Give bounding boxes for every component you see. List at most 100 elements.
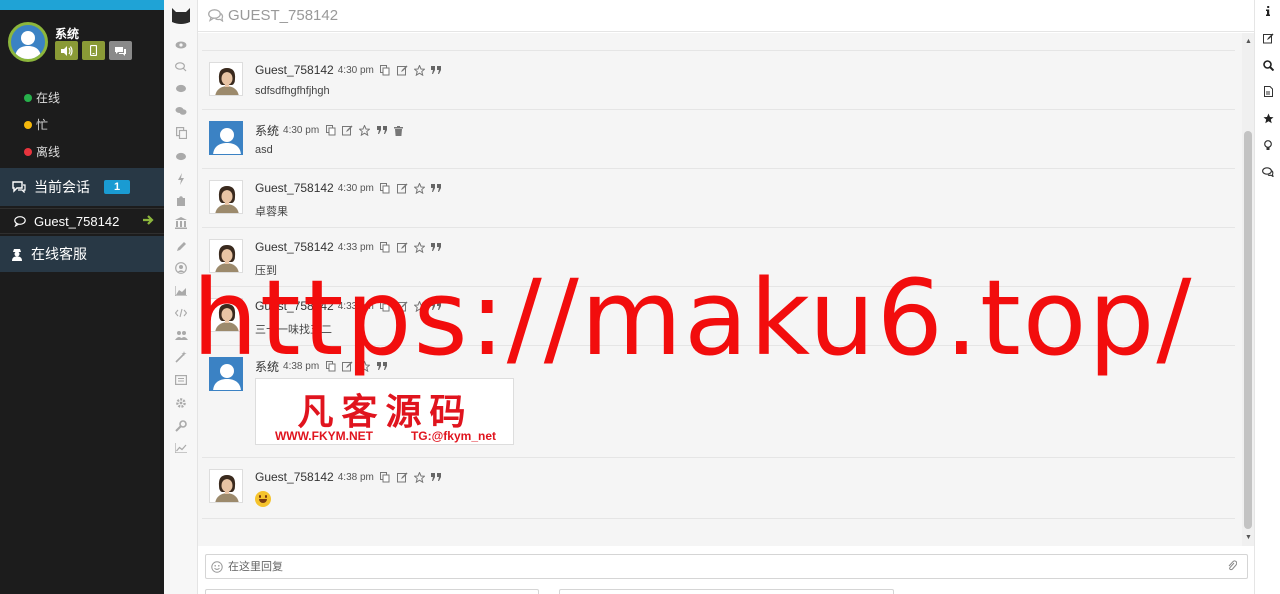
trash-icon[interactable]: [393, 125, 404, 136]
user-silhouette-icon: [213, 128, 241, 154]
comment-icon: [14, 215, 26, 227]
code-icon[interactable]: [174, 306, 188, 320]
scroll-up-icon[interactable]: ▲: [1245, 38, 1252, 45]
comments-icon: [12, 181, 26, 193]
speech-icon[interactable]: [174, 150, 188, 164]
guest-avatar: [209, 469, 243, 503]
comment-icon[interactable]: [174, 82, 188, 96]
edit-icon[interactable]: [1262, 32, 1274, 44]
lightbulb-icon[interactable]: [1262, 139, 1274, 151]
chat-title-text: GUEST_758142: [228, 7, 339, 24]
session-item-guest[interactable]: Guest_758142: [0, 208, 164, 234]
message-actions: [325, 361, 387, 372]
copy-icon[interactable]: [325, 361, 336, 372]
quote-icon[interactable]: [431, 472, 442, 483]
card-site: WWW.FKYM.NET: [274, 429, 373, 443]
status-online[interactable]: 在线: [24, 84, 60, 111]
nav-sessions-label: 当前会话: [34, 179, 90, 195]
copy-icon[interactable]: [380, 300, 391, 312]
wrench-icon[interactable]: [174, 419, 188, 433]
emoji-picker-icon[interactable]: [211, 561, 223, 576]
status-offline[interactable]: 离线: [24, 138, 60, 165]
puzzle-icon[interactable]: [174, 194, 188, 208]
scrollbar-thumb[interactable]: [1244, 131, 1252, 529]
cat-logo-icon[interactable]: [171, 5, 191, 25]
message-time: 4:38 pm: [337, 471, 374, 483]
avatar[interactable]: [8, 22, 48, 62]
left-sidebar: 系统 在线 忙 离线 当前会话 1 Guest_758142 在线客服: [0, 0, 164, 594]
star-icon[interactable]: [413, 64, 425, 76]
copy-icon[interactable]: [325, 125, 336, 136]
search-icon[interactable]: [1262, 59, 1274, 71]
message-item: Guest_758142 4:30 pm sdfsdfhgfhfjhgh: [202, 51, 1235, 110]
message-item: Guest_758142 4:33 pm 三十一味找五二: [202, 287, 1235, 346]
message-scrollbar[interactable]: ▲ ▼: [1242, 33, 1254, 546]
pencil-icon[interactable]: [174, 239, 188, 253]
copy-icon[interactable]: [380, 182, 391, 194]
message-item: 系统 4:30 pm asd: [202, 110, 1235, 169]
edit-icon[interactable]: [396, 472, 408, 483]
copy-icon[interactable]: [174, 126, 188, 140]
session-guest-label: Guest_758142: [34, 213, 120, 229]
paperclip-icon[interactable]: [1227, 560, 1238, 575]
edit-icon[interactable]: [396, 183, 408, 194]
star-icon[interactable]: [413, 300, 425, 312]
comments-icon: [208, 9, 224, 22]
quote-icon[interactable]: [431, 65, 442, 76]
quote-icon[interactable]: [431, 242, 442, 253]
users-icon[interactable]: [174, 328, 188, 342]
user-circle-icon[interactable]: [174, 261, 188, 275]
message-actions: [380, 300, 442, 312]
comments-icon[interactable]: [1262, 166, 1274, 178]
message-item: Guest_758142 4:38 pm: [202, 458, 1235, 519]
star-icon[interactable]: [413, 471, 425, 483]
nav-online-service[interactable]: 在线客服: [0, 236, 164, 272]
copy-icon[interactable]: [380, 471, 391, 483]
info-icon[interactable]: [1262, 5, 1274, 17]
star-icon[interactable]: [413, 182, 425, 194]
reply-input[interactable]: [228, 558, 1208, 576]
eye-icon[interactable]: [174, 38, 188, 52]
edit-icon[interactable]: [396, 301, 408, 312]
edit-icon[interactable]: [396, 242, 408, 253]
file-icon[interactable]: [1262, 85, 1274, 97]
image-attachment[interactable]: 凡客源码 WWW.FKYM.NET TG:@fkym_net: [255, 378, 514, 445]
line-chart-icon[interactable]: [174, 441, 188, 455]
quote-icon[interactable]: [376, 361, 387, 372]
quote-icon[interactable]: [431, 183, 442, 194]
magic-wand-icon[interactable]: [174, 350, 188, 364]
star-icon[interactable]: [359, 125, 371, 136]
nav-online-label: 在线客服: [31, 246, 87, 262]
message-time: 4:33 pm: [337, 241, 374, 253]
edit-icon[interactable]: [396, 65, 408, 76]
quote-icon[interactable]: [431, 301, 442, 312]
sound-toggle-button[interactable]: [55, 41, 78, 60]
message-meta: Guest_758142 4:33 pm: [255, 240, 442, 254]
copy-icon[interactable]: [380, 241, 391, 253]
message-time: 4:30 pm: [283, 125, 320, 136]
quote-icon[interactable]: [376, 125, 387, 136]
chat-button[interactable]: [109, 41, 132, 60]
edit-icon[interactable]: [342, 125, 353, 136]
list-alt-icon[interactable]: [174, 373, 188, 387]
bottom-panel-right[interactable]: [559, 589, 894, 594]
mobile-button[interactable]: [82, 41, 105, 60]
star-icon[interactable]: [359, 361, 371, 372]
bank-icon[interactable]: [174, 216, 188, 230]
star-icon[interactable]: [413, 241, 425, 253]
comments-outline-icon[interactable]: [174, 60, 188, 74]
guest-portrait-icon: [210, 240, 242, 272]
status-busy[interactable]: 忙: [24, 111, 60, 138]
gear-icon[interactable]: [174, 396, 188, 410]
bottom-panel-left[interactable]: [205, 589, 539, 594]
nav-current-sessions[interactable]: 当前会话 1: [0, 168, 164, 206]
area-chart-icon[interactable]: [174, 284, 188, 298]
message-area[interactable]: Guest_758142 4:30 pm sdfsdfhgfhfjhgh 系统 …: [198, 33, 1242, 546]
chat-bubbles-icon[interactable]: [174, 104, 188, 118]
bolt-icon[interactable]: [174, 172, 188, 186]
scroll-down-icon[interactable]: ▼: [1245, 534, 1252, 541]
message-meta: 系统 4:38 pm: [255, 358, 387, 375]
edit-icon[interactable]: [342, 361, 353, 372]
copy-icon[interactable]: [380, 64, 391, 76]
star-icon[interactable]: [1262, 112, 1274, 124]
